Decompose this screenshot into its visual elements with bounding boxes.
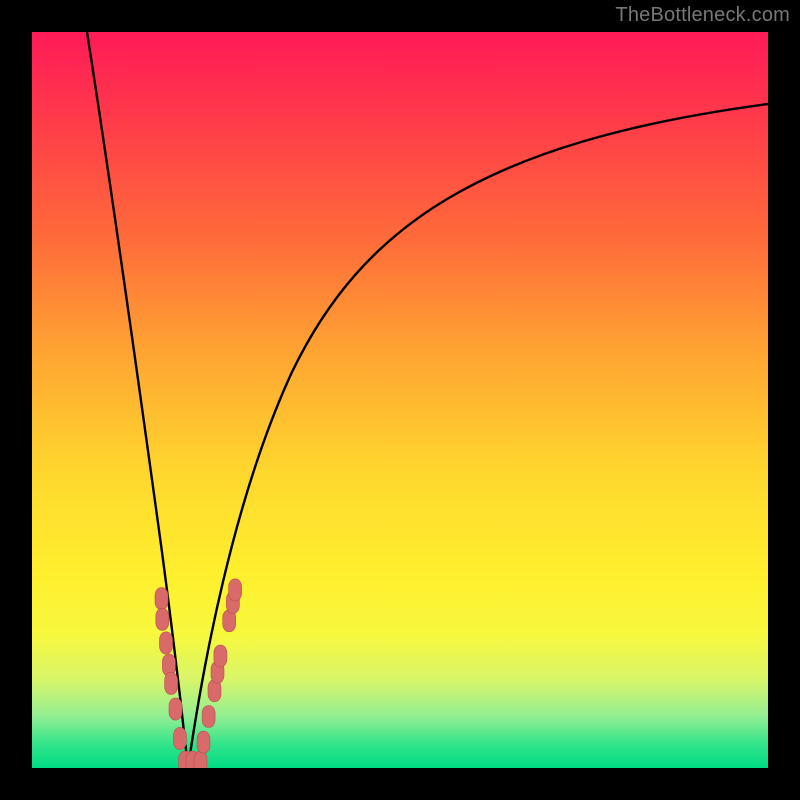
watermark-text: TheBottleneck.com (615, 4, 790, 27)
marker-point (202, 706, 215, 728)
marker-point (229, 579, 242, 601)
curve-group (87, 32, 768, 768)
chart-frame: TheBottleneck.com (0, 0, 800, 800)
marker-point (169, 698, 182, 720)
plot-area (32, 32, 768, 768)
marker-point (160, 632, 173, 654)
chart-svg (32, 32, 768, 768)
marker-point (197, 731, 210, 753)
marker-point (165, 672, 178, 694)
marker-point (155, 588, 168, 610)
right-branch-curve (188, 104, 768, 768)
marker-point (194, 751, 207, 768)
marker-point (173, 728, 186, 750)
marker-point (214, 645, 227, 667)
marker-point (156, 608, 169, 630)
